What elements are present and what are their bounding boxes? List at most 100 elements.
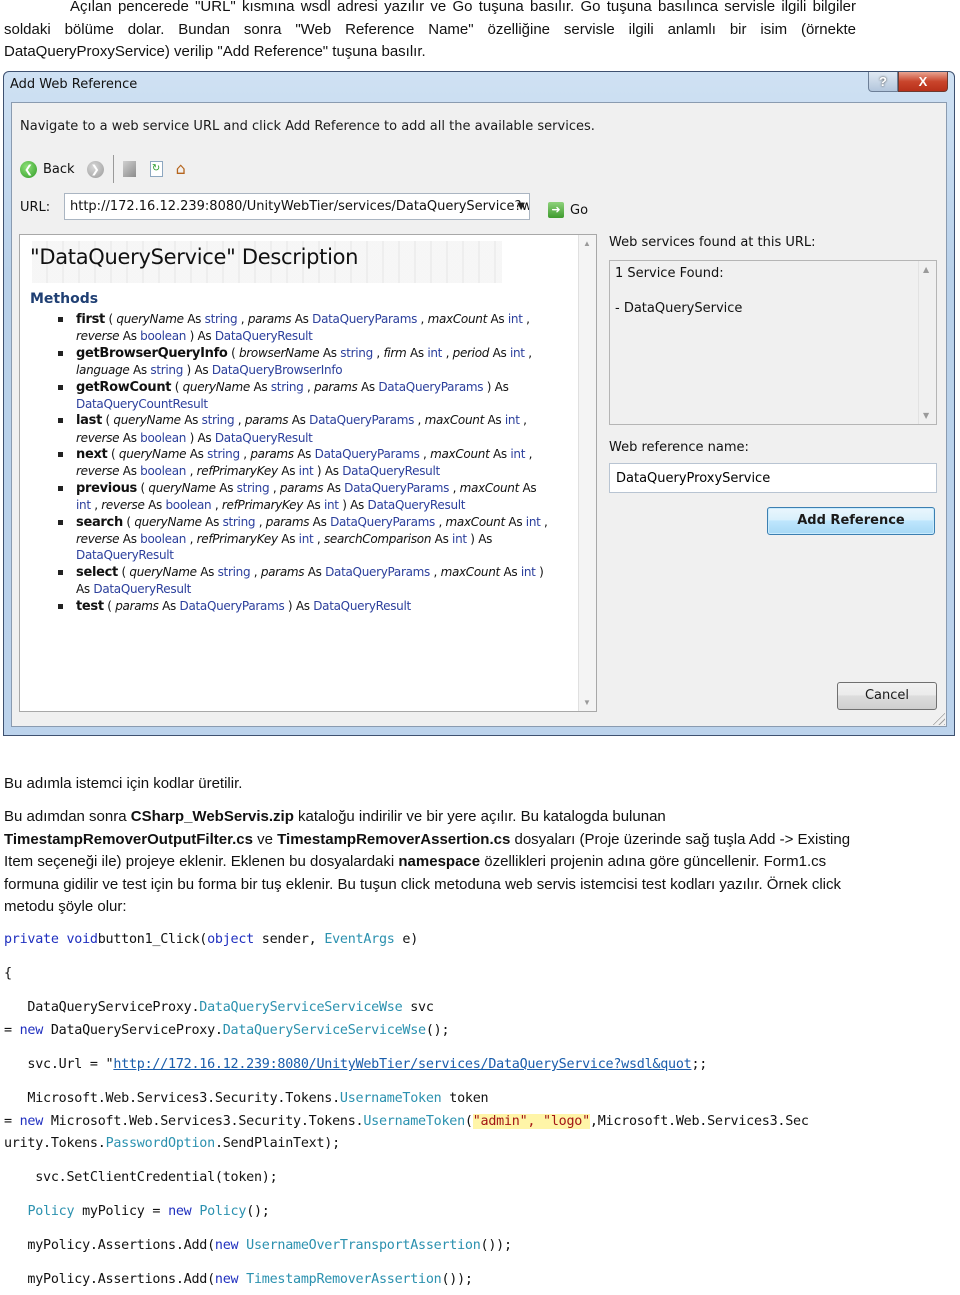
method-signature: ( queryName As string , params As DataQu… [76, 413, 527, 445]
web-reference-name-label: Web reference name: [609, 440, 749, 455]
code-token: PasswordOption [105, 1136, 216, 1151]
method-signature: ( queryName As string , params As DataQu… [76, 312, 530, 344]
code-token: myPolicy.Assertions.Add( [4, 1272, 215, 1287]
method-item[interactable]: previous ( queryName As string , params … [58, 480, 548, 513]
code-token: sender, [254, 932, 325, 947]
method-item[interactable]: next ( queryName As string , params As D… [58, 446, 548, 479]
bold-term: TimestampRemoverAssertion.cs [277, 830, 511, 848]
code-line: myPolicy.Assertions.Add(new TimestampRem… [4, 1269, 473, 1292]
method-item[interactable]: getBrowserQueryInfo ( browserName As str… [58, 345, 548, 378]
chevron-down-icon[interactable]: ▼ [517, 194, 525, 219]
close-button[interactable]: X [898, 72, 948, 92]
method-name[interactable]: select [76, 565, 118, 580]
home-icon[interactable]: ⌂ [176, 161, 186, 177]
code-line: svc.SetClientCredential(token); [4, 1167, 277, 1190]
url-value: http://172.16.12.239:8080/UnityWebTier/s… [70, 199, 530, 214]
service-count: 1 Service Found: [615, 266, 724, 281]
method-signature: ( queryName As string , params As DataQu… [76, 514, 548, 563]
body-paragraph-1: Bu adımla istemci için kodlar üretilir. [4, 775, 243, 792]
scroll-up-icon[interactable]: ▲ [923, 265, 929, 274]
method-name[interactable]: test [76, 599, 104, 614]
dialog-client-area: Navigate to a web service URL and click … [11, 102, 947, 727]
method-item[interactable]: getRowCount ( queryName As string , para… [58, 379, 548, 412]
method-signature: ( queryName As string , params As DataQu… [76, 447, 533, 479]
dialog-titlebar[interactable]: Add Web Reference ? X [4, 72, 954, 102]
code-token: UsernameOverTransportAssertion [246, 1238, 481, 1253]
scroll-down-icon[interactable]: ▼ [923, 411, 929, 420]
intro-paragraph: Açılan pencerede "URL" kısmına wsdl adre… [4, 0, 856, 60]
add-reference-button[interactable]: Add Reference [767, 507, 935, 535]
methods-heading: Methods [30, 291, 99, 307]
method-item[interactable]: first ( queryName As string , params As … [58, 311, 548, 344]
code-token: svc.SetClientCredential(token); [4, 1170, 278, 1185]
service-item[interactable]: - DataQueryService [615, 301, 742, 316]
code-token: { [4, 966, 12, 981]
forward-arrow-icon[interactable]: ❯ [86, 160, 104, 178]
code-token: UsernameToken [339, 1091, 442, 1106]
code-token: DataQueryServiceServiceWse [222, 1022, 426, 1038]
help-button[interactable]: ? [868, 72, 898, 92]
method-name[interactable]: previous [76, 481, 137, 496]
go-arrow-icon: ➜ [548, 202, 564, 218]
code-token: Policy [199, 1204, 247, 1219]
method-item[interactable]: search ( queryName As string , params As… [58, 514, 548, 564]
cancel-button[interactable]: Cancel [837, 682, 937, 710]
method-name[interactable]: search [76, 515, 123, 530]
method-item[interactable]: select ( queryName As string , params As… [58, 564, 548, 597]
instruction-text: Navigate to a web service URL and click … [20, 119, 595, 134]
code-line: { [4, 963, 12, 986]
scroll-down-icon[interactable]: ▼ [583, 698, 591, 707]
description-title: "DataQueryService" Description [30, 245, 359, 269]
description-scrollbar[interactable]: ▲ ▼ [578, 235, 596, 711]
help-icon: ? [879, 74, 887, 89]
code-token: ;; [691, 1057, 708, 1072]
code-token: private [4, 932, 59, 947]
code-token: myPolicy = [74, 1204, 169, 1219]
url-combobox[interactable]: http://172.16.12.239:8080/UnityWebTier/s… [64, 193, 530, 220]
bold-term: TimestampRemoverOutputFilter.cs [4, 830, 253, 848]
code-line: myPolicy.Assertions.Add(new UsernameOver… [4, 1235, 512, 1258]
stop-page-icon[interactable] [122, 161, 136, 177]
methods-list: first ( queryName As string , params As … [58, 311, 548, 615]
code-token: DataQueryServiceProxy. [4, 1000, 200, 1015]
web-reference-name-input[interactable] [609, 463, 937, 493]
code-token: e) [394, 932, 419, 947]
url-label: URL: [20, 200, 51, 215]
code-token: new [214, 1272, 239, 1287]
code-line: Policy myPolicy = new Policy(); [4, 1201, 269, 1224]
code-line: Microsoft.Web.Services3.Security.Tokens.… [4, 1088, 809, 1156]
services-found-list[interactable]: 1 Service Found: - DataQueryService ▲ ▼ [609, 260, 937, 425]
close-icon: X [918, 74, 928, 89]
code-token: UsernameToken [363, 1113, 465, 1129]
method-item[interactable]: last ( queryName As string , params As D… [58, 412, 548, 445]
browser-toolbar: ❮ Back ❯ ↻ ⌂ [20, 155, 186, 183]
code-token: DataQueryServiceServiceWse [199, 1000, 403, 1015]
go-button[interactable]: ➜ Go [548, 202, 588, 218]
body-paragraph-2: Bu adımdan sonra CSharp_WebServis.zip ka… [4, 806, 860, 919]
back-button[interactable]: ❮ Back [20, 160, 75, 178]
method-signature: ( params As DataQueryParams ) As DataQue… [103, 598, 411, 613]
text-run: ve [252, 830, 278, 848]
toolbar-separator [112, 155, 114, 183]
method-name[interactable]: next [76, 447, 108, 462]
dialog-title: Add Web Reference [10, 77, 138, 92]
service-description-pane: "DataQueryService" Description Methods f… [19, 234, 597, 712]
refresh-page-icon[interactable]: ↻ [149, 161, 163, 177]
scroll-up-icon[interactable]: ▲ [583, 239, 591, 248]
services-scrollbar[interactable]: ▲ ▼ [918, 261, 936, 424]
add-web-reference-dialog: Add Web Reference ? X Navigate to a web … [3, 71, 955, 736]
resize-grip[interactable] [931, 711, 945, 725]
code-token: .SendPlainText); [214, 1136, 340, 1151]
method-name[interactable]: first [76, 312, 105, 327]
code-link[interactable]: http://172.16.12.239:8080/UnityWebTier/s… [113, 1057, 691, 1072]
method-name[interactable]: last [76, 413, 102, 428]
bold-term: namespace [398, 853, 481, 870]
method-item[interactable]: test ( params As DataQueryParams ) As Da… [58, 598, 548, 615]
code-line: DataQueryServiceProxy.DataQueryServiceSe… [4, 997, 450, 1042]
code-token: Microsoft.Web.Services3.Security.Tokens. [4, 1091, 340, 1106]
text-run: kataloğu indirilir ve bir yere açılır. B… [293, 808, 666, 825]
method-name[interactable]: getBrowserQueryInfo [76, 346, 228, 361]
method-name[interactable]: getRowCount [76, 380, 171, 395]
